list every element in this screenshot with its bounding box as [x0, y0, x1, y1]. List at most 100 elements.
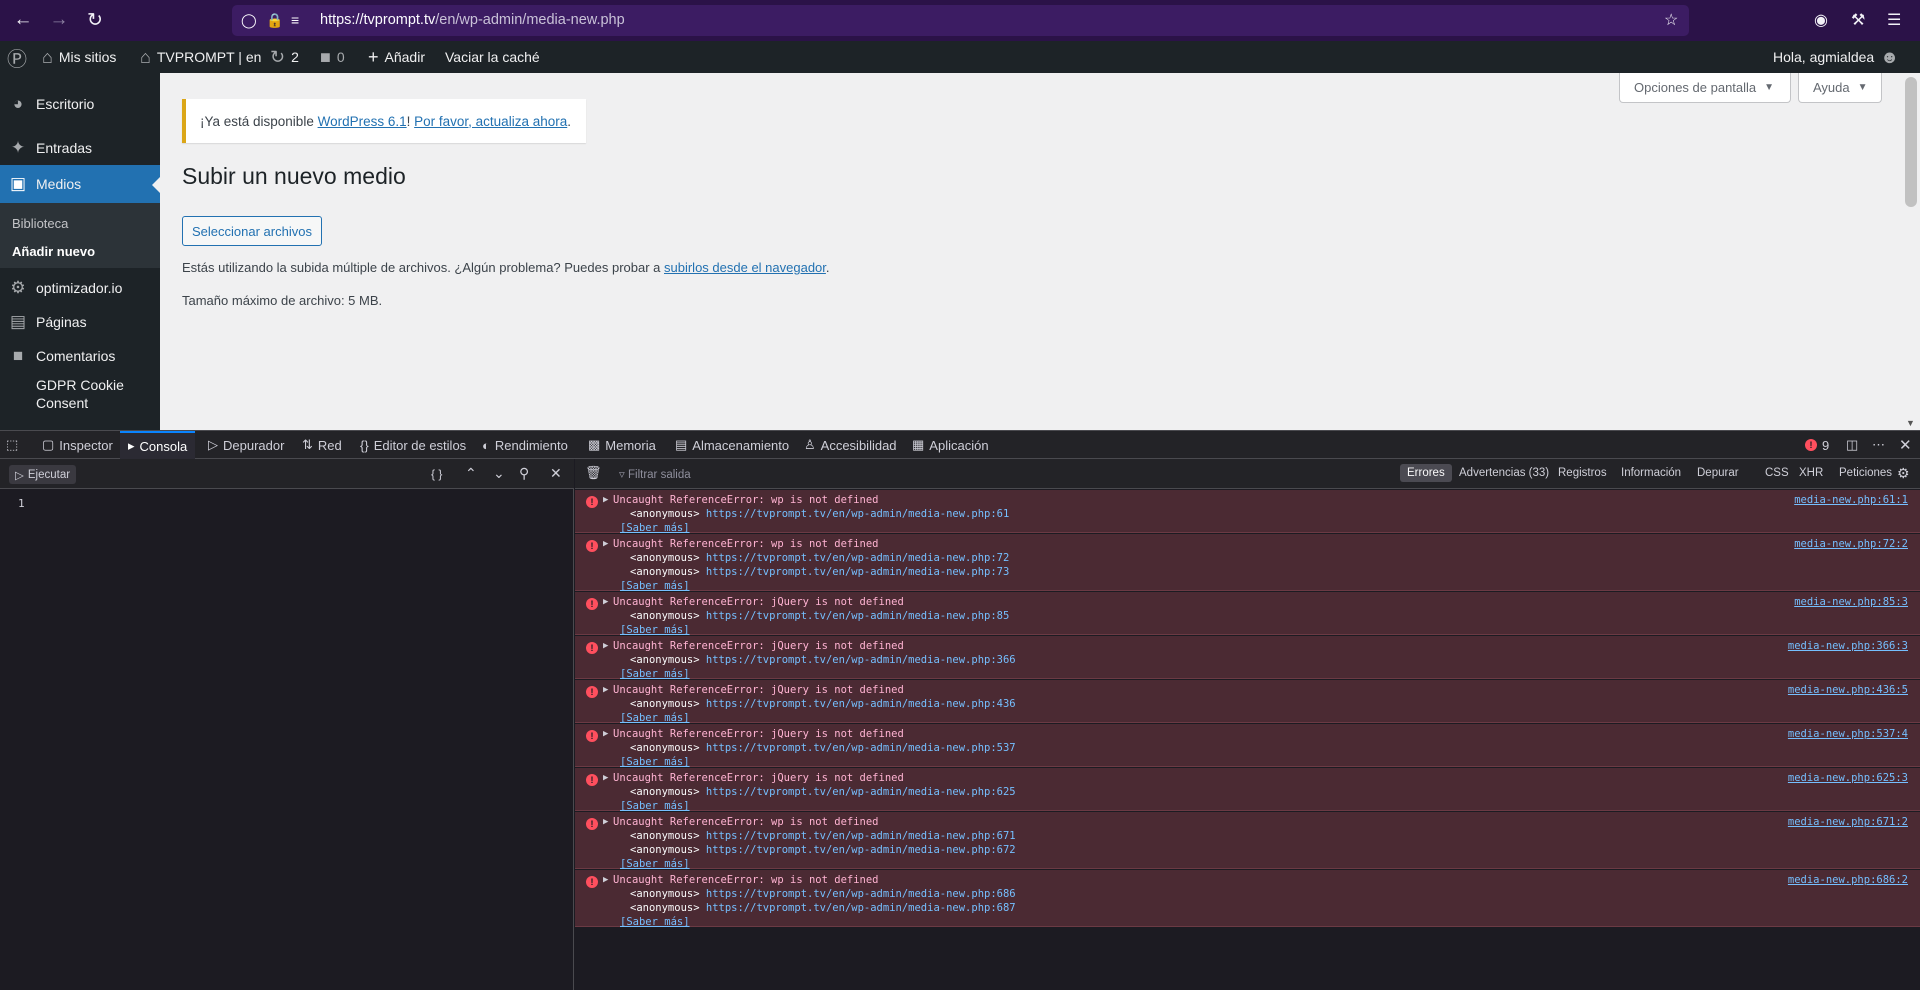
sidebar-item-comentarios[interactable]: ■ Comentarios: [0, 342, 160, 370]
tab-performance[interactable]: ◐ Rendimiento: [482, 431, 568, 459]
stack-frame-link[interactable]: https://tvprompt.tv/en/wp-admin/media-ne…: [706, 552, 1009, 564]
more-options-icon[interactable]: ⋯: [1872, 431, 1885, 459]
scroll-down-icon[interactable]: ▼: [1906, 418, 1915, 428]
reverse-search-icon[interactable]: ⚲: [519, 465, 529, 482]
settings-gear-icon[interactable]: ⚙: [1897, 465, 1910, 482]
pretty-print-icon[interactable]: { }: [431, 467, 442, 481]
tab-storage[interactable]: ▤ Almacenamiento: [675, 431, 789, 459]
console-error-message[interactable]: ! ▶ Uncaught ReferenceError: wp is not def…: [575, 534, 1920, 592]
sidebar-item-escritorio[interactable]: ◕ Escritorio: [0, 90, 160, 118]
sidebar-item-medios[interactable]: ▣ Medios: [0, 165, 160, 203]
console-error-message[interactable]: ! ▶ Uncaught ReferenceError: jQuery is not…: [575, 724, 1920, 768]
source-location-link[interactable]: media-new.php:366:3: [1788, 640, 1908, 652]
stack-frame-link[interactable]: https://tvprompt.tv/en/wp-admin/media-ne…: [706, 830, 1016, 842]
reload-icon[interactable]: ↻: [82, 7, 108, 33]
wordpress-version-link[interactable]: WordPress 6.1: [318, 114, 407, 129]
stack-frame-link[interactable]: https://tvprompt.tv/en/wp-admin/media-ne…: [706, 566, 1009, 578]
expand-triangle-icon[interactable]: ▶: [603, 685, 608, 695]
stack-frame-link[interactable]: https://tvprompt.tv/en/wp-admin/media-ne…: [706, 508, 1009, 520]
stack-frame-link[interactable]: https://tvprompt.tv/en/wp-admin/media-ne…: [706, 888, 1016, 900]
source-location-link[interactable]: media-new.php:686:2: [1788, 874, 1908, 886]
lock-icon[interactable]: 🔒: [266, 12, 283, 29]
learn-more-link[interactable]: [Saber más]: [620, 624, 690, 636]
learn-more-link[interactable]: [Saber más]: [620, 668, 690, 680]
learn-more-link[interactable]: [Saber más]: [620, 580, 690, 592]
submenu-item-anadir-nuevo[interactable]: Añadir nuevo: [12, 244, 95, 259]
tab-style-editor[interactable]: {} Editor de estilos: [360, 431, 466, 459]
console-error-message[interactable]: ! ▶ Uncaught ReferenceError: jQuery is not…: [575, 768, 1920, 812]
source-location-link[interactable]: media-new.php:72:2: [1794, 538, 1908, 550]
learn-more-link[interactable]: [Saber más]: [620, 522, 690, 534]
stack-frame-link[interactable]: https://tvprompt.tv/en/wp-admin/media-ne…: [706, 844, 1016, 856]
expand-triangle-icon[interactable]: ▶: [603, 495, 608, 505]
expand-triangle-icon[interactable]: ▶: [603, 641, 608, 651]
screen-options-button[interactable]: Opciones de pantalla ▼: [1619, 73, 1791, 103]
filter-logs[interactable]: Registros: [1558, 467, 1607, 479]
expand-triangle-icon[interactable]: ▶: [603, 773, 608, 783]
dock-icon[interactable]: ◫: [1846, 431, 1858, 459]
site-name-menu[interactable]: ⌂ TVPROMPT | en: [140, 41, 261, 73]
forward-arrow-icon[interactable]: →: [46, 7, 72, 33]
sidebar-item-gdpr[interactable]: GDPR Cookie Consent: [0, 376, 160, 414]
wordpress-logo-icon[interactable]: Ⓟ: [7, 41, 27, 73]
stack-frame-link[interactable]: https://tvprompt.tv/en/wp-admin/media-ne…: [706, 610, 1009, 622]
stack-frame-link[interactable]: https://tvprompt.tv/en/wp-admin/media-ne…: [706, 742, 1016, 754]
tab-accessibility[interactable]: ♙ Accesibilidad: [804, 431, 897, 459]
console-error-message[interactable]: ! ▶ Uncaught ReferenceError: wp is not def…: [575, 812, 1920, 870]
shield-icon[interactable]: ◯: [241, 12, 257, 29]
my-sites-menu[interactable]: ⌂ Mis sitios: [42, 41, 116, 73]
sidebar-item-paginas[interactable]: ▤ Páginas: [0, 308, 160, 336]
console-error-message[interactable]: ! ▶ Uncaught ReferenceError: jQuery is not…: [575, 592, 1920, 636]
learn-more-link[interactable]: [Saber más]: [620, 800, 690, 812]
expand-triangle-icon[interactable]: ▶: [603, 817, 608, 827]
add-new-menu[interactable]: + Añadir: [368, 41, 425, 73]
url-bar[interactable]: ◯ 🔒 ≡ https://tvprompt.tv/en/wp-admin/me…: [232, 5, 1689, 36]
close-editor-icon[interactable]: ✕: [550, 465, 562, 482]
permissions-icon[interactable]: ≡: [291, 12, 299, 28]
clear-cache-menu[interactable]: Vaciar la caché: [445, 41, 540, 73]
pocket-icon[interactable]: ◉: [1814, 10, 1828, 30]
stack-frame-link[interactable]: https://tvprompt.tv/en/wp-admin/media-ne…: [706, 902, 1016, 914]
scrollbar-thumb[interactable]: [1905, 77, 1917, 207]
source-location-link[interactable]: media-new.php:85:3: [1794, 596, 1908, 608]
console-error-message[interactable]: ! ▶ Uncaught ReferenceError: jQuery is not…: [575, 680, 1920, 724]
filter-xhr[interactable]: XHR: [1799, 467, 1823, 479]
console-error-message[interactable]: ! ▶ Uncaught ReferenceError: wp is not def…: [575, 870, 1920, 928]
stack-frame-link[interactable]: https://tvprompt.tv/en/wp-admin/media-ne…: [706, 654, 1016, 666]
learn-more-link[interactable]: [Saber más]: [620, 712, 690, 724]
filter-css[interactable]: CSS: [1765, 467, 1789, 479]
update-now-link[interactable]: Por favor, actualiza ahora: [414, 114, 567, 129]
tab-memory[interactable]: ▩ Memoria: [588, 431, 656, 459]
console-error-message[interactable]: ! ▶ Uncaught ReferenceError: jQuery is not…: [575, 636, 1920, 680]
source-location-link[interactable]: media-new.php:625:3: [1788, 772, 1908, 784]
source-location-link[interactable]: media-new.php:436:5: [1788, 684, 1908, 696]
expand-triangle-icon[interactable]: ▶: [603, 875, 608, 885]
console-error-message[interactable]: ! ▶ Uncaught ReferenceError: wp is not def…: [575, 490, 1920, 534]
filter-warnings[interactable]: Advertencias (33): [1459, 467, 1549, 479]
close-devtools-icon[interactable]: ✕: [1899, 431, 1912, 459]
url-text[interactable]: https://tvprompt.tv/en/wp-admin/media-ne…: [320, 12, 625, 28]
history-down-icon[interactable]: ⌄: [493, 465, 505, 482]
expand-triangle-icon[interactable]: ▶: [603, 729, 608, 739]
pick-element-icon[interactable]: ⬚: [6, 431, 18, 459]
filter-requests[interactable]: Peticiones: [1839, 467, 1892, 479]
filter-errors[interactable]: Errores: [1400, 464, 1452, 482]
back-arrow-icon[interactable]: ←: [10, 7, 36, 33]
wrench-icon[interactable]: ⚒: [1851, 10, 1865, 30]
learn-more-link[interactable]: [Saber más]: [620, 858, 690, 870]
menu-icon[interactable]: ☰: [1887, 10, 1901, 30]
sidebar-item-entradas[interactable]: ✦ Entradas: [0, 134, 160, 162]
filter-input[interactable]: ▿ Filtrar salida: [619, 467, 691, 481]
tab-inspector[interactable]: ▢ Inspector: [42, 431, 113, 459]
expand-triangle-icon[interactable]: ▶: [603, 539, 608, 549]
filter-info[interactable]: Información: [1621, 467, 1681, 479]
trash-icon[interactable]: 🗑: [585, 465, 602, 481]
tab-debugger[interactable]: ▷ Depurador: [208, 431, 284, 459]
source-location-link[interactable]: media-new.php:671:2: [1788, 816, 1908, 828]
stack-frame-link[interactable]: https://tvprompt.tv/en/wp-admin/media-ne…: [706, 786, 1016, 798]
learn-more-link[interactable]: [Saber más]: [620, 756, 690, 768]
filter-debug[interactable]: Depurar: [1697, 467, 1739, 479]
expand-triangle-icon[interactable]: ▶: [603, 597, 608, 607]
learn-more-link[interactable]: [Saber más]: [620, 916, 690, 928]
page-scrollbar[interactable]: ▼: [1902, 73, 1920, 430]
